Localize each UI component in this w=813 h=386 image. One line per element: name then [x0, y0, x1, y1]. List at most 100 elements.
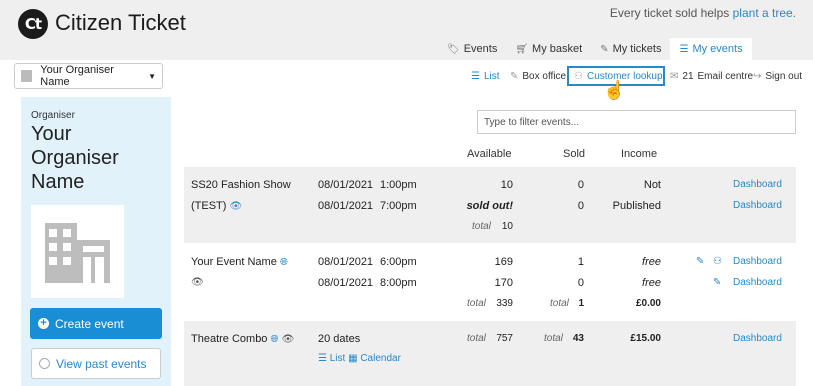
- logo-icon[interactable]: Ct: [18, 9, 48, 39]
- tag-icon: 🏷︎: [447, 43, 460, 55]
- sliders-icon: ☰: [679, 43, 689, 55]
- organiser-name: Your Organiser Name: [31, 123, 119, 193]
- tab-my-events[interactable]: ☰ My events: [670, 38, 752, 60]
- tagline-text: Every ticket sold helps: [609, 6, 730, 20]
- box-office-link[interactable]: ✎ Box office: [510, 69, 566, 83]
- tab-label: My events: [692, 43, 743, 55]
- eye-slash-icon[interactable]: 👁︎: [282, 334, 295, 345]
- wand-icon[interactable]: ✎: [713, 277, 721, 288]
- email-centre-label: Email centre: [697, 70, 754, 82]
- brand-name[interactable]: Citizen Ticket: [55, 10, 186, 36]
- organiser-label: Organiser: [31, 110, 75, 121]
- eye-slash-icon[interactable]: 👁︎: [191, 277, 204, 288]
- view-past-events-button[interactable]: View past events: [31, 348, 161, 379]
- event-name-line2: (TEST) 👁︎: [191, 200, 242, 212]
- basket-icon: 🛒︎: [515, 43, 529, 55]
- sign-out-link[interactable]: ↪ Sign out: [753, 69, 802, 83]
- dates-view-links: ☰ List ▦ Calendar: [318, 353, 401, 364]
- available-value: 10: [500, 179, 513, 191]
- hand-pointer-icon: ☝: [603, 80, 626, 100]
- list-icon: ☰: [318, 353, 327, 364]
- dashboard-link[interactable]: Dashboard: [733, 200, 782, 211]
- email-centre-link[interactable]: ✉ 21 Email centre: [670, 69, 753, 83]
- dashboard-link[interactable]: Dashboard: [733, 256, 782, 267]
- email-count-badge: 21: [682, 70, 694, 82]
- tab-events[interactable]: 🏷︎ Events: [438, 38, 506, 60]
- plus-icon: +: [38, 318, 49, 329]
- total-available: 10: [501, 221, 513, 232]
- income-value: free: [642, 277, 661, 289]
- users-icon: ⚇: [574, 70, 583, 82]
- tab-my-tickets[interactable]: ✎ My tickets: [591, 38, 670, 60]
- income-value: free: [642, 256, 661, 268]
- calendar-icon: ▦: [348, 353, 358, 364]
- event-date: 08/01/2021: [318, 200, 374, 212]
- event-name[interactable]: Theatre Combo: [191, 333, 267, 345]
- tab-label: My tickets: [612, 43, 662, 55]
- total-income: £15.00: [630, 333, 661, 344]
- event-name-suffix: (TEST): [191, 200, 227, 212]
- dashboard-link[interactable]: Dashboard: [733, 179, 782, 190]
- event-time: 6:00pm: [380, 256, 417, 268]
- available-value: 169: [494, 256, 513, 268]
- tab-label: Events: [463, 43, 498, 55]
- event-date: 08/01/2021: [318, 256, 374, 268]
- total-label: total: [544, 333, 563, 344]
- event-name-line: Theatre Combo 🌐︎ 👁︎: [191, 333, 294, 345]
- sold-value: 0: [577, 277, 584, 289]
- column-header-available: Available: [467, 148, 512, 160]
- event-name[interactable]: Your Event Name: [191, 256, 277, 268]
- dashboard-link[interactable]: Dashboard: [733, 277, 782, 288]
- total-available: 757: [496, 333, 513, 344]
- organiser-dropdown-value: Your Organiser Name: [40, 64, 114, 88]
- eye-icon[interactable]: 👁︎: [230, 201, 243, 212]
- sold-value: 0: [577, 200, 584, 212]
- list-link[interactable]: ☰ List: [471, 69, 500, 83]
- total-income: £0.00: [635, 298, 661, 309]
- sold-value: 0: [577, 179, 584, 191]
- column-header-sold: Sold: [563, 148, 586, 160]
- event-name[interactable]: SS20 Fashion Show: [191, 179, 291, 191]
- view-past-events-label: View past events: [56, 356, 147, 371]
- wand-icon[interactable]: ✎: [696, 256, 704, 267]
- event-time: 7:00pm: [380, 200, 417, 212]
- filter-events-input[interactable]: [477, 110, 796, 134]
- plant-tree-link[interactable]: plant a tree.: [733, 6, 796, 20]
- organiser-image[interactable]: [31, 205, 124, 298]
- total-sold: 1: [578, 298, 584, 309]
- sold-value: 1: [577, 256, 584, 268]
- tab-my-basket[interactable]: 🛒︎ My basket: [506, 38, 591, 60]
- available-value: 170: [494, 277, 513, 289]
- event-date: 08/01/2021: [318, 179, 374, 191]
- tab-label: My basket: [532, 43, 583, 55]
- organiser-dropdown[interactable]: Your Organiser Name ▼: [14, 63, 163, 89]
- dates-list-link[interactable]: List: [330, 353, 346, 364]
- event-name-line: Your Event Name 🌐︎: [191, 256, 288, 268]
- envelope-icon: ✉: [670, 70, 679, 82]
- dates-calendar-link[interactable]: Calendar: [360, 353, 401, 364]
- caret-down-icon: ▼: [148, 71, 156, 81]
- ticket-icon: ✎: [600, 43, 609, 55]
- tagline: Every ticket sold helps plant a tree.: [610, 6, 796, 20]
- total-sold: 43: [572, 333, 584, 344]
- clock-icon: [39, 358, 50, 369]
- dashboard-link[interactable]: Dashboard: [733, 333, 782, 344]
- event-time: 1:00pm: [380, 179, 417, 191]
- globe-icon: 🌐︎: [270, 334, 279, 345]
- create-event-label: Create event: [55, 316, 124, 331]
- income-value: Published: [612, 200, 661, 212]
- dates-count: 20 dates: [318, 333, 361, 345]
- event-date: 08/01/2021: [318, 277, 374, 289]
- total-label: total: [550, 298, 569, 309]
- create-event-button[interactable]: + Create event: [30, 308, 162, 339]
- building-icon: [21, 70, 33, 82]
- list-label: List: [483, 70, 500, 82]
- event-time: 8:00pm: [380, 277, 417, 289]
- list-icon: ☰: [471, 70, 480, 82]
- total-available: 339: [496, 298, 513, 309]
- main-tabs: 🏷︎ Events 🛒︎ My basket ✎ My tickets ☰ My eve…: [438, 38, 752, 60]
- column-header-income: Income: [621, 148, 658, 160]
- sold-out-label: sold out!: [466, 200, 513, 212]
- users-icon[interactable]: ⚇: [713, 256, 722, 267]
- income-value: Not: [643, 179, 661, 191]
